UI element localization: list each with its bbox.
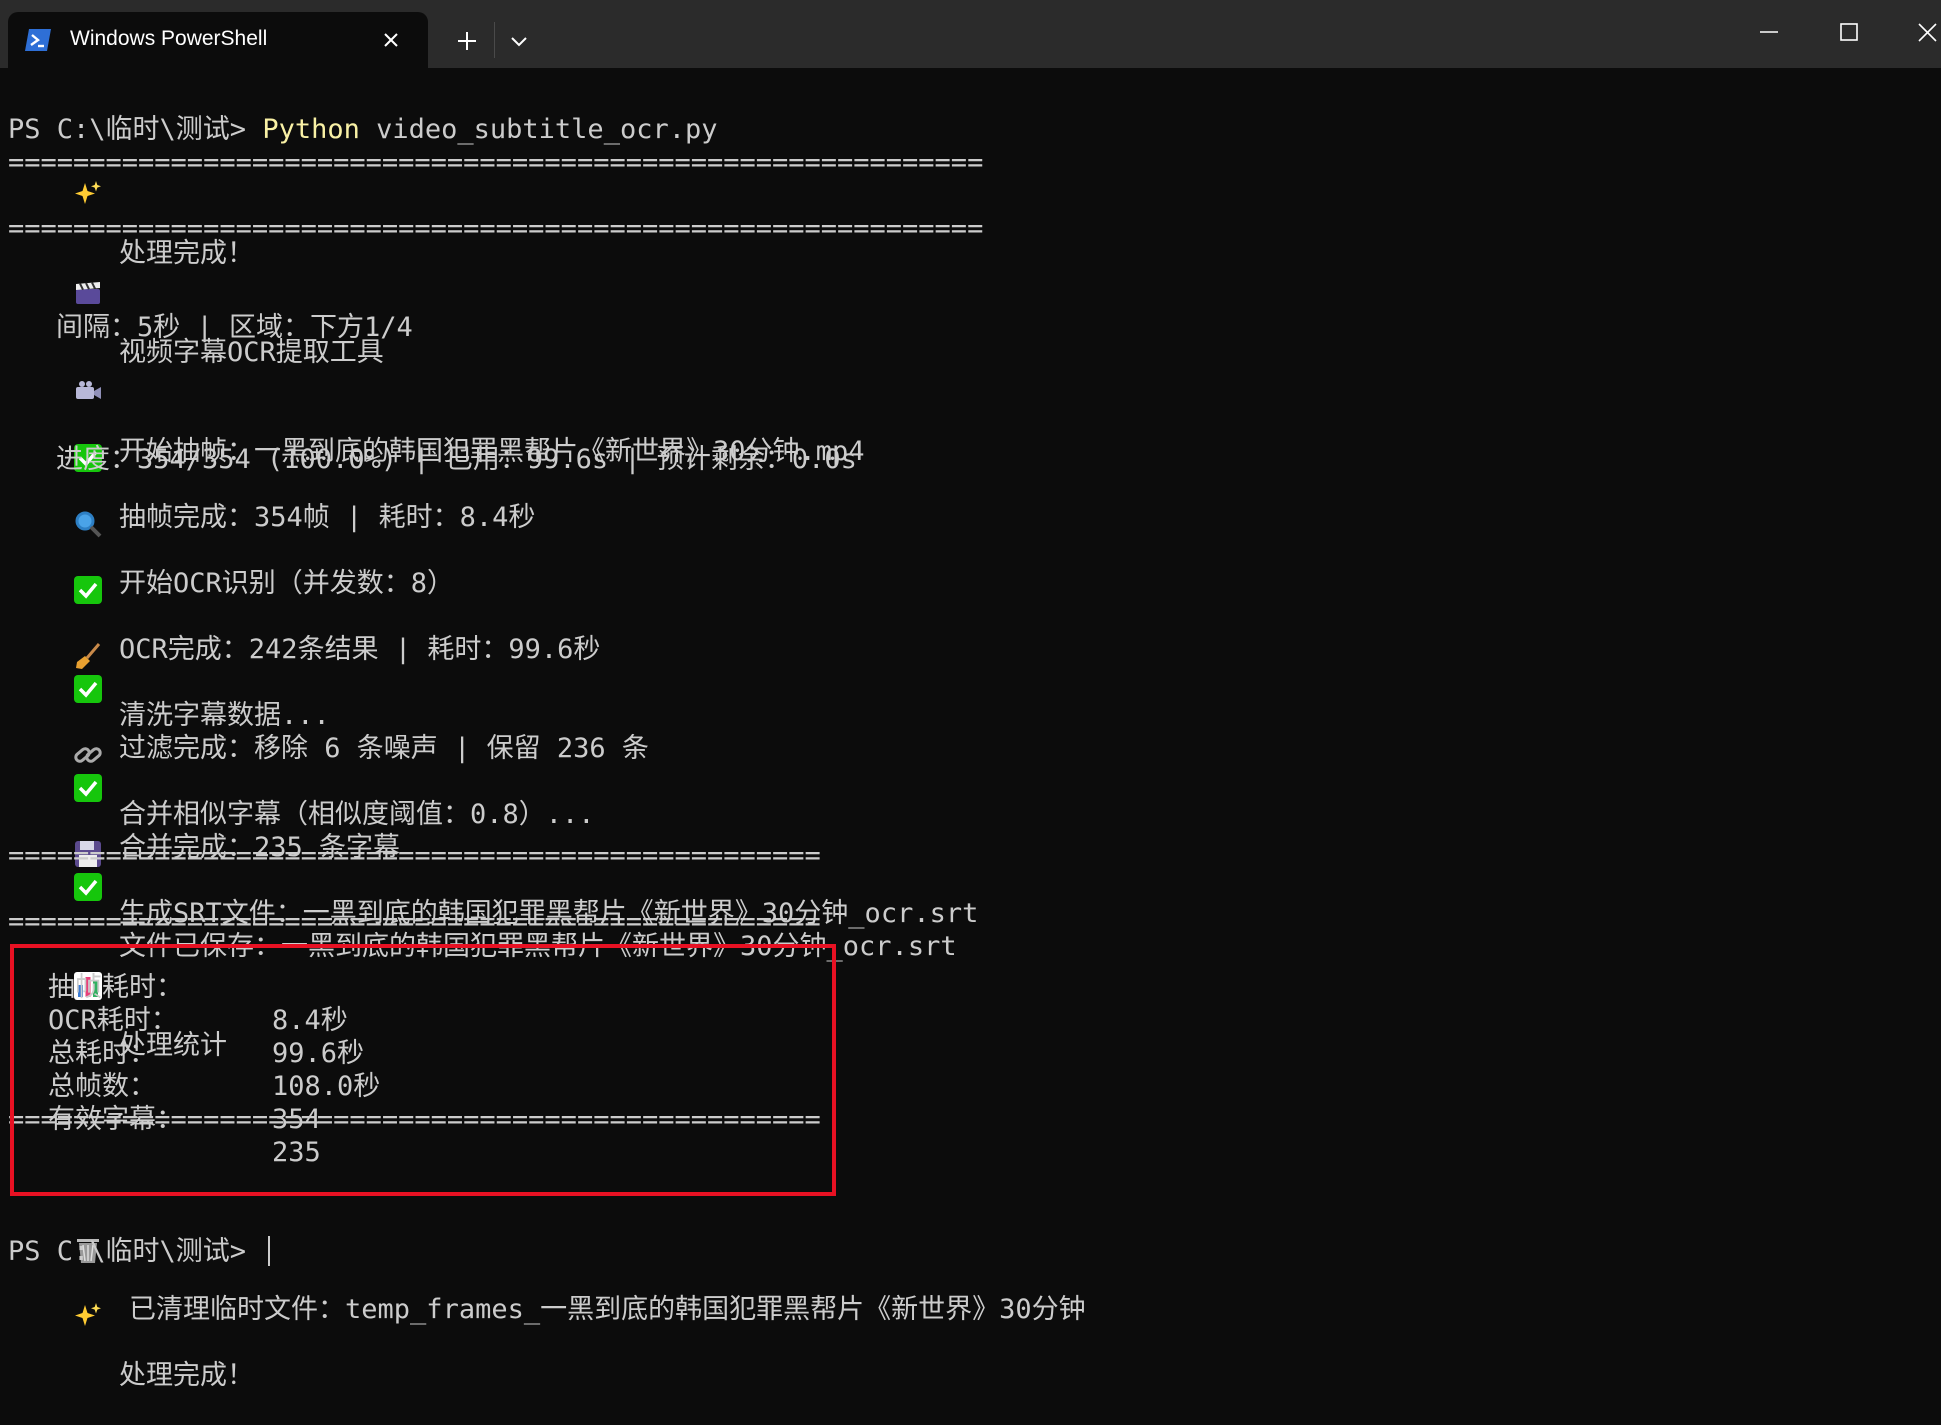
close-icon[interactable] xyxy=(378,27,404,53)
title-bar: Windows PowerShell xyxy=(0,0,1941,68)
text-cursor xyxy=(268,1236,271,1266)
output-line: 合并完成：235 条字幕 xyxy=(8,674,400,863)
prompt-line: PS C:\临时\测试> Python video_subtitle_ocr.p… xyxy=(8,113,717,146)
output-line: 间隔：5秒 | 区域：下方1/4 xyxy=(56,312,413,343)
check-mark-icon xyxy=(73,509,109,604)
tab-title: Windows PowerShell xyxy=(70,27,268,50)
check-mark-icon xyxy=(73,707,109,802)
maximize-icon[interactable] xyxy=(1826,14,1872,50)
prompt: PS C:\临时\测试> xyxy=(8,1236,263,1267)
powershell-icon xyxy=(24,28,52,52)
terminal-output[interactable]: 处理完成！ PS C:\临时\测试> Python video_subtitle… xyxy=(0,80,1941,1391)
prompt: PS C:\临时\测试> xyxy=(8,114,263,145)
check-mark-icon xyxy=(73,608,109,703)
stats-highlight-box xyxy=(10,944,836,1196)
header-line: 视频字幕OCR提取工具 xyxy=(8,179,384,368)
command-keyword: Python xyxy=(262,114,360,145)
check-mark-icon xyxy=(73,806,109,901)
rule-line: ========================================… xyxy=(8,906,821,937)
minimize-icon[interactable] xyxy=(1746,14,1792,50)
command-args: video_subtitle_ocr.py xyxy=(359,114,718,145)
output-line: 抽帧完成：354帧 | 耗时：8.4秒 xyxy=(8,344,535,533)
output-line: OCR完成：242条结果 | 耗时：99.6秒 xyxy=(8,476,600,665)
check-mark-icon xyxy=(73,377,109,472)
prompt-line[interactable]: PS C:\临时\测试> xyxy=(8,1235,271,1268)
tab-divider xyxy=(494,22,495,58)
output-line: 处理完成！ xyxy=(8,1202,254,1391)
output-line: 清洗字幕数据... xyxy=(8,542,330,731)
rule-line: ========================================… xyxy=(8,213,984,244)
rule-line: ========================================… xyxy=(8,840,821,871)
output-line: 生成SRT文件：一黑到底的韩国犯罪黑帮片《新世界》30分钟_ocr.srt xyxy=(8,740,978,929)
output-line: 开始抽帧：一黑到底的韩国犯罪黑帮片《新世界》30分钟.mp4 xyxy=(8,278,865,467)
output-line: 处理完成！ xyxy=(8,80,254,269)
close-icon[interactable] xyxy=(1906,14,1941,50)
tab-windows-powershell[interactable]: Windows PowerShell xyxy=(8,12,428,68)
rule-line: ========================================… xyxy=(8,147,984,178)
output-line: 过滤完成：移除 6 条噪声 | 保留 236 条 xyxy=(8,575,649,764)
output-line: 开始OCR识别（并发数：8） xyxy=(8,410,454,599)
output-line: 合并相似字幕（相似度阈值：0.8）... xyxy=(8,641,595,830)
plus-icon[interactable] xyxy=(450,24,484,58)
chevron-down-icon[interactable] xyxy=(502,24,536,58)
output-line: 进度：354/354 (100.0%) | 已用：99.6s | 预计剩余：0.… xyxy=(56,444,857,475)
stats-header-line: 处理统计 xyxy=(8,872,227,1061)
output-line: 文件已保存：一黑到底的韩国犯罪黑帮片《新世界》30分钟_ocr.srt xyxy=(8,773,957,962)
